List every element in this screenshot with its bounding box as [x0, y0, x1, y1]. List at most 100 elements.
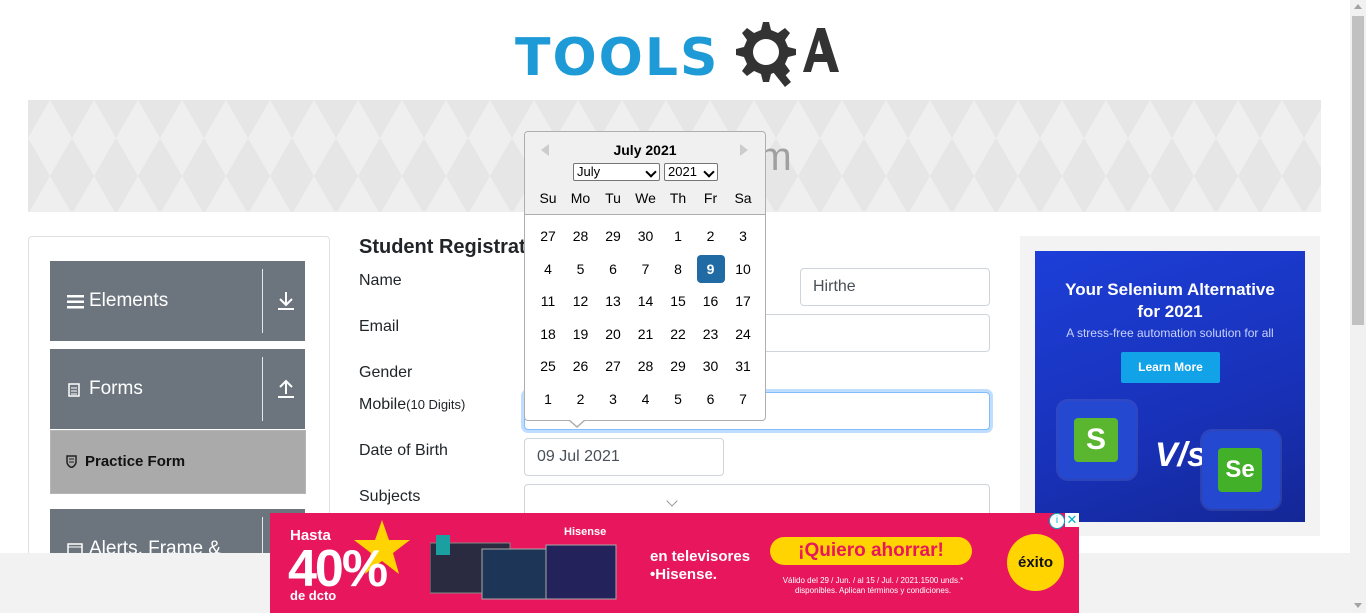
- divider: [262, 269, 263, 333]
- calendar-day[interactable]: 1: [534, 385, 562, 413]
- scroll-down-arrow-icon[interactable]: [1354, 603, 1362, 608]
- current-month: July 2021: [613, 142, 677, 158]
- calendar-day[interactable]: 11: [534, 287, 562, 315]
- calendar-day[interactable]: 6: [599, 255, 627, 283]
- calendar-day[interactable]: 25: [534, 352, 562, 380]
- calendar-day[interactable]: 19: [567, 320, 595, 348]
- selenium-alternative-ad[interactable]: Your Selenium Alternative for 2021 A stre…: [1035, 251, 1305, 522]
- year-select[interactable]: 2021: [664, 163, 718, 181]
- ad-info-icon[interactable]: i: [1049, 513, 1065, 529]
- ad-tv-text: en televisores •Hisense.: [650, 548, 750, 584]
- email-input[interactable]: [766, 314, 990, 352]
- last-name-input[interactable]: Hirthe: [800, 268, 990, 306]
- datepicker-header: July 2021 July 2021 Su Mo Tu We Th Fr Sa: [525, 132, 765, 215]
- month-select-value: July: [577, 164, 601, 179]
- calendar-day[interactable]: 17: [729, 287, 757, 315]
- mobile-label: Mobile(10 Digits): [359, 396, 465, 414]
- calendar-day[interactable]: 7: [729, 385, 757, 413]
- calendar-day[interactable]: 16: [697, 287, 725, 315]
- calendar-day[interactable]: 2: [567, 385, 595, 413]
- sidebar-group-elements[interactable]: Elements: [50, 261, 305, 341]
- calendar-day-selected[interactable]: 9: [696, 254, 725, 283]
- day-name: Su: [539, 190, 557, 206]
- calendar-day[interactable]: 1: [664, 222, 692, 250]
- ad-logo-box-right: Se: [1202, 431, 1280, 509]
- upload-arrow-icon[interactable]: [276, 377, 296, 399]
- gear-icon: [736, 22, 839, 87]
- calendar-day[interactable]: 3: [729, 222, 757, 250]
- calendar-day[interactable]: 22: [664, 320, 692, 348]
- calendar-day[interactable]: 28: [567, 222, 595, 250]
- day-name: Th: [669, 190, 687, 206]
- chevron-down-icon: [703, 166, 715, 178]
- document-icon: [68, 383, 80, 402]
- calendar-day[interactable]: 23: [697, 320, 725, 348]
- scrollbar-thumb[interactable]: [1352, 16, 1364, 325]
- day-name: Fr: [703, 190, 718, 206]
- sidebar-item-label: Practice Form: [85, 453, 186, 470]
- sidebar-group-label: Elements: [89, 290, 169, 311]
- calendar-day[interactable]: 14: [632, 287, 660, 315]
- calendar-day[interactable]: 30: [632, 222, 660, 250]
- toolsqa-logo[interactable]: TOOLS: [515, 18, 840, 90]
- calendar-day[interactable]: 7: [632, 255, 660, 283]
- ad-legal-2: disponibles. Aplican términos y condicio…: [794, 586, 952, 595]
- calendar-day[interactable]: 6: [697, 385, 725, 413]
- calendar-day[interactable]: 2: [697, 222, 725, 250]
- download-arrow-icon[interactable]: [276, 289, 296, 311]
- ad-line1: en televisores: [650, 548, 751, 565]
- learn-more-button[interactable]: Learn More: [1121, 352, 1220, 383]
- ad-brand: Hisense: [564, 526, 607, 538]
- calendar-day[interactable]: 12: [567, 287, 595, 315]
- ad-legal: Válido del 29 / Jun. / al 15 / Jul. / 20…: [768, 576, 978, 596]
- calendar-day[interactable]: 27: [599, 352, 627, 380]
- calendar-day[interactable]: 4: [632, 385, 660, 413]
- ad-line2: •Hisense.: [650, 566, 717, 583]
- tv-images: [430, 535, 617, 600]
- day-name: Sa: [734, 190, 752, 206]
- year-select-value: 2021: [668, 164, 697, 179]
- calendar-day[interactable]: 15: [664, 287, 692, 315]
- datepicker-popup: July 2021 July 2021 Su Mo Tu We Th Fr Sa 27 28 2…: [524, 131, 766, 421]
- calendar-day[interactable]: 29: [664, 352, 692, 380]
- calendar-day[interactable]: 30: [697, 352, 725, 380]
- chevron-down-icon: [666, 495, 678, 507]
- ad-close-icon[interactable]: ✕: [1065, 513, 1079, 527]
- hamburger-icon: [67, 295, 84, 314]
- email-label: Email: [359, 318, 400, 335]
- form-title: Student Registratio: [359, 236, 544, 258]
- sidebar-item-practice-form[interactable]: Practice Form: [50, 430, 306, 494]
- sidebar-group-label: Forms: [89, 378, 143, 399]
- calendar-day[interactable]: 13: [599, 287, 627, 315]
- ad-headline: Your Selenium Alternative for 2021: [1035, 279, 1305, 323]
- month-select[interactable]: July: [573, 163, 660, 181]
- calendar-day[interactable]: 8: [664, 255, 692, 283]
- day-name: We: [635, 190, 656, 206]
- sidebar-group-forms[interactable]: Forms: [50, 349, 305, 429]
- calendar-day[interactable]: 3: [599, 385, 627, 413]
- calendar-day[interactable]: 31: [729, 352, 757, 380]
- hisense-exito-ad[interactable]: Hasta 40% de dcto Hisense en televisores…: [270, 513, 1079, 613]
- quiero-ahorrar-button[interactable]: ¡Quiero ahorrar!: [770, 537, 972, 565]
- calendar-day[interactable]: 21: [632, 320, 660, 348]
- ad-vs: V/s: [1155, 436, 1207, 474]
- ad-headline-line1: Your Selenium Alternative: [1065, 280, 1275, 299]
- date-of-birth-input[interactable]: 09 Jul 2021: [524, 438, 724, 476]
- calendar-day[interactable]: 20: [599, 320, 627, 348]
- calendar-day[interactable]: 4: [534, 255, 562, 283]
- scroll-up-arrow-icon[interactable]: [1354, 4, 1362, 9]
- calendar-day[interactable]: 5: [567, 255, 595, 283]
- subjects-label: Subjects: [359, 488, 421, 505]
- mobile-hint: (10 Digits): [406, 397, 466, 412]
- shield-icon: [66, 455, 77, 468]
- calendar-day[interactable]: 24: [729, 320, 757, 348]
- calendar-day[interactable]: 5: [664, 385, 692, 413]
- calendar-day[interactable]: 10: [729, 255, 757, 283]
- calendar-day[interactable]: 27: [534, 222, 562, 250]
- calendar-day[interactable]: 29: [599, 222, 627, 250]
- calendar-day[interactable]: 28: [632, 352, 660, 380]
- gender-label: Gender: [359, 364, 413, 381]
- ad-logo-box-left: S: [1058, 401, 1136, 479]
- calendar-day[interactable]: 18: [534, 320, 562, 348]
- calendar-day[interactable]: 26: [567, 352, 595, 380]
